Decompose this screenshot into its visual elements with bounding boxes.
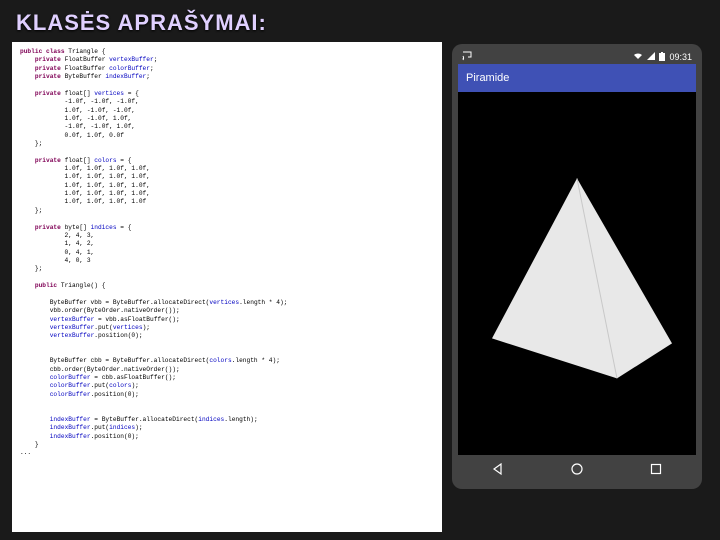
status-time: 09:31 bbox=[669, 52, 692, 62]
recent-button[interactable] bbox=[647, 460, 665, 478]
android-nav-bar bbox=[458, 455, 696, 483]
code-panel: public class Triangle { private FloatBuf… bbox=[12, 42, 442, 532]
signal-icon bbox=[647, 52, 655, 62]
content-row: public class Triangle { private FloatBuf… bbox=[0, 42, 720, 532]
rendered-triangle bbox=[477, 168, 677, 388]
app-title: Piramide bbox=[466, 72, 509, 84]
status-bar: 09:31 bbox=[458, 50, 696, 64]
app-bar: Piramide bbox=[458, 64, 696, 92]
home-button[interactable] bbox=[568, 460, 586, 478]
battery-icon bbox=[659, 52, 665, 63]
opengl-canvas bbox=[458, 92, 696, 455]
slide-title: KLASĖS APRAŠYMAI: bbox=[0, 0, 720, 42]
back-button[interactable] bbox=[489, 460, 507, 478]
phone-mockup: 09:31 Piramide bbox=[452, 44, 702, 489]
cast-icon bbox=[462, 51, 472, 63]
code-block: public class Triangle { private FloatBuf… bbox=[20, 48, 434, 458]
wifi-icon bbox=[633, 52, 643, 62]
